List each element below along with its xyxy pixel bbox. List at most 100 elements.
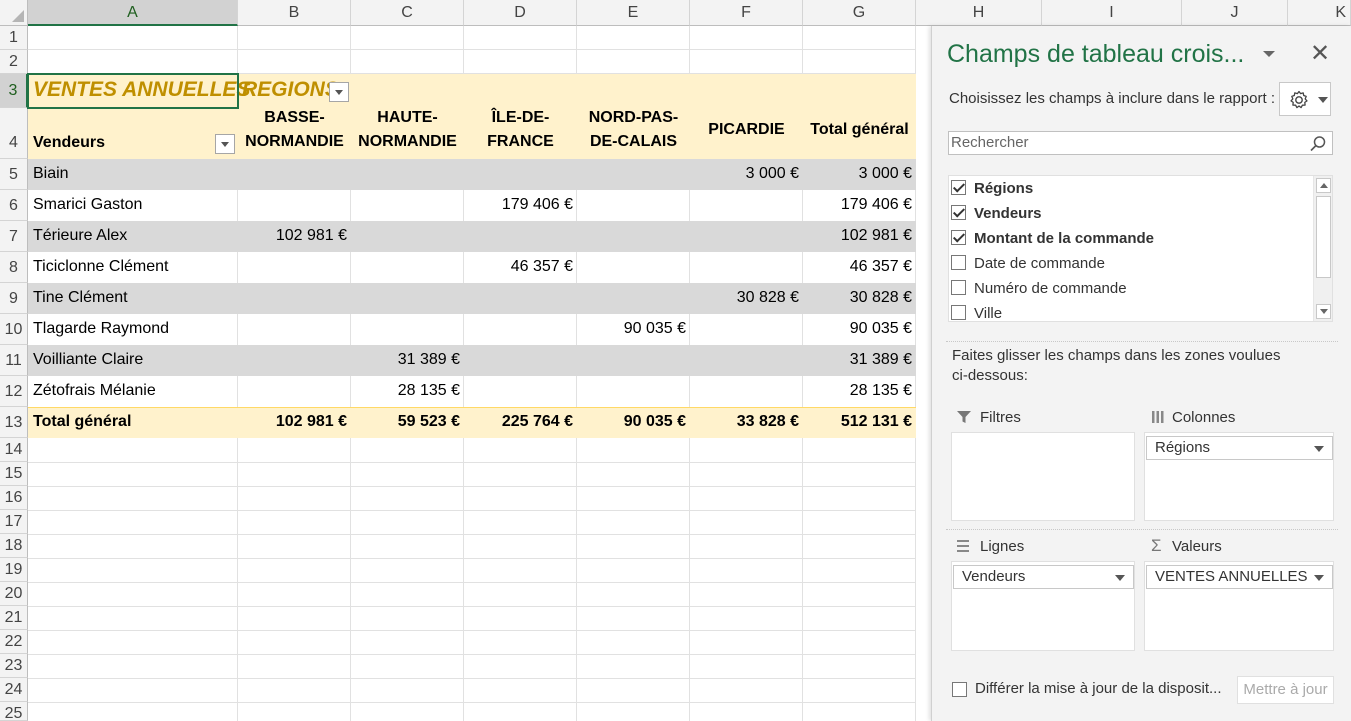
- field-item[interactable]: Ville: [949, 301, 1313, 321]
- column-header-k[interactable]: K: [1288, 0, 1351, 26]
- scroll-down-icon[interactable]: [1316, 304, 1331, 319]
- column-header-g[interactable]: G: [803, 0, 916, 26]
- select-all-corner[interactable]: [0, 0, 28, 26]
- unchecked-checkbox[interactable]: [951, 255, 966, 270]
- row-header-1[interactable]: 1: [0, 26, 28, 50]
- checked-checkbox[interactable]: [951, 230, 966, 245]
- value-cell[interactable]: 31 389 €: [351, 351, 464, 369]
- row-header-18[interactable]: 18: [0, 534, 28, 558]
- value-cell[interactable]: 28 135 €: [351, 382, 464, 400]
- total-value-cell[interactable]: 33 828 €: [690, 413, 803, 431]
- total-value-cell[interactable]: 102 981 €: [238, 413, 351, 431]
- vendor-name[interactable]: Zétofrais Mélanie: [33, 382, 156, 400]
- defer-update-checkbox[interactable]: [952, 682, 967, 697]
- row-header-20[interactable]: 20: [0, 582, 28, 606]
- field-item[interactable]: Numéro de commande: [949, 276, 1313, 301]
- row-header-2[interactable]: 2: [0, 50, 28, 74]
- filters-zone[interactable]: [951, 432, 1135, 521]
- row-header-13[interactable]: 13: [0, 407, 28, 438]
- row-header-11[interactable]: 11: [0, 345, 28, 376]
- total-row-label[interactable]: Total général: [33, 413, 131, 431]
- divider: [946, 529, 1338, 530]
- value-cell[interactable]: 90 035 €: [577, 320, 690, 338]
- value-cell[interactable]: 3 000 €: [803, 165, 916, 183]
- vendor-name[interactable]: Voilliante Claire: [33, 351, 143, 369]
- vendor-name[interactable]: Tine Clément: [33, 289, 128, 307]
- column-header-j[interactable]: J: [1182, 0, 1288, 26]
- value-cell[interactable]: 90 035 €: [803, 320, 916, 338]
- row-header-10[interactable]: 10: [0, 314, 28, 345]
- row-header-7[interactable]: 7: [0, 221, 28, 252]
- update-button[interactable]: Mettre à jour: [1237, 676, 1334, 704]
- vendor-name[interactable]: Biain: [33, 165, 69, 183]
- rows-field-dropdown[interactable]: Vendeurs: [953, 565, 1134, 589]
- value-cell[interactable]: 28 135 €: [803, 382, 916, 400]
- values-field-dropdown[interactable]: VENTES ANNUELLES: [1146, 565, 1333, 589]
- total-value-cell[interactable]: 512 131 €: [803, 413, 916, 431]
- value-cell[interactable]: 46 357 €: [464, 258, 577, 276]
- field-list-scrollbar[interactable]: [1313, 176, 1332, 321]
- value-cell[interactable]: 179 406 €: [464, 196, 577, 214]
- tools-button[interactable]: [1279, 82, 1331, 116]
- row-header-9[interactable]: 9: [0, 283, 28, 314]
- row-header-23[interactable]: 23: [0, 654, 28, 678]
- unchecked-checkbox[interactable]: [951, 280, 966, 295]
- total-value-cell[interactable]: 90 035 €: [577, 413, 690, 431]
- value-cell[interactable]: 3 000 €: [690, 165, 803, 183]
- field-item[interactable]: Date de commande: [949, 251, 1313, 276]
- vendeurs-filter-dropdown[interactable]: [215, 134, 235, 154]
- row-header-6[interactable]: 6: [0, 190, 28, 221]
- field-item[interactable]: Régions: [949, 176, 1313, 201]
- column-header-c[interactable]: C: [351, 0, 464, 26]
- gridline: [28, 654, 916, 655]
- regions-filter-dropdown[interactable]: [329, 82, 349, 102]
- checked-checkbox[interactable]: [951, 180, 966, 195]
- vendor-name[interactable]: Ticiclonne Clément: [33, 258, 168, 276]
- value-cell[interactable]: 31 389 €: [803, 351, 916, 369]
- column-header-d[interactable]: D: [464, 0, 577, 26]
- value-cell[interactable]: 46 357 €: [803, 258, 916, 276]
- row-header-17[interactable]: 17: [0, 510, 28, 534]
- row-header-3[interactable]: 3: [0, 74, 28, 108]
- value-cell[interactable]: 30 828 €: [690, 289, 803, 307]
- vendor-name[interactable]: Smarici Gaston: [33, 196, 142, 214]
- checked-checkbox[interactable]: [951, 205, 966, 220]
- row-header-12[interactable]: 12: [0, 376, 28, 407]
- value-cell[interactable]: 30 828 €: [803, 289, 916, 307]
- row-header-5[interactable]: 5: [0, 159, 28, 190]
- pane-options-arrow-icon[interactable]: [1263, 51, 1275, 57]
- row-header-24[interactable]: 24: [0, 678, 28, 702]
- search-icon[interactable]: [1309, 135, 1327, 153]
- field-item[interactable]: Vendeurs: [949, 201, 1313, 226]
- total-value-cell[interactable]: 225 764 €: [464, 413, 577, 431]
- row-header-14[interactable]: 14: [0, 438, 28, 462]
- total-value-cell[interactable]: 59 523 €: [351, 413, 464, 431]
- value-cell[interactable]: 102 981 €: [238, 227, 351, 245]
- scroll-thumb[interactable]: [1316, 196, 1331, 278]
- column-header-h[interactable]: H: [916, 0, 1042, 26]
- scroll-up-icon[interactable]: [1316, 178, 1331, 193]
- column-header-e[interactable]: E: [577, 0, 690, 26]
- row-header-22[interactable]: 22: [0, 630, 28, 654]
- column-header-f[interactable]: F: [690, 0, 803, 26]
- vendor-name[interactable]: Térieure Alex: [33, 227, 127, 245]
- unchecked-checkbox[interactable]: [951, 305, 966, 320]
- row-header-8[interactable]: 8: [0, 252, 28, 283]
- value-cell[interactable]: 102 981 €: [803, 227, 916, 245]
- column-header-a[interactable]: A: [28, 0, 238, 26]
- row-header-4[interactable]: 4: [0, 108, 28, 159]
- search-input[interactable]: Rechercher: [948, 131, 1333, 155]
- column-header-b[interactable]: B: [238, 0, 351, 26]
- row-header-25[interactable]: 25: [0, 702, 28, 721]
- value-cell[interactable]: 179 406 €: [803, 196, 916, 214]
- row-header-15[interactable]: 15: [0, 462, 28, 486]
- vendor-name[interactable]: Tlagarde Raymond: [33, 320, 169, 338]
- close-icon[interactable]: ✕: [1310, 40, 1330, 68]
- row-header-16[interactable]: 16: [0, 486, 28, 510]
- row-header-21[interactable]: 21: [0, 606, 28, 630]
- field-item[interactable]: Montant de la commande: [949, 226, 1313, 251]
- column-header-i[interactable]: I: [1042, 0, 1182, 26]
- columns-field-dropdown[interactable]: Régions: [1146, 436, 1333, 460]
- columns-caption[interactable]: REGIONS: [242, 78, 339, 102]
- row-header-19[interactable]: 19: [0, 558, 28, 582]
